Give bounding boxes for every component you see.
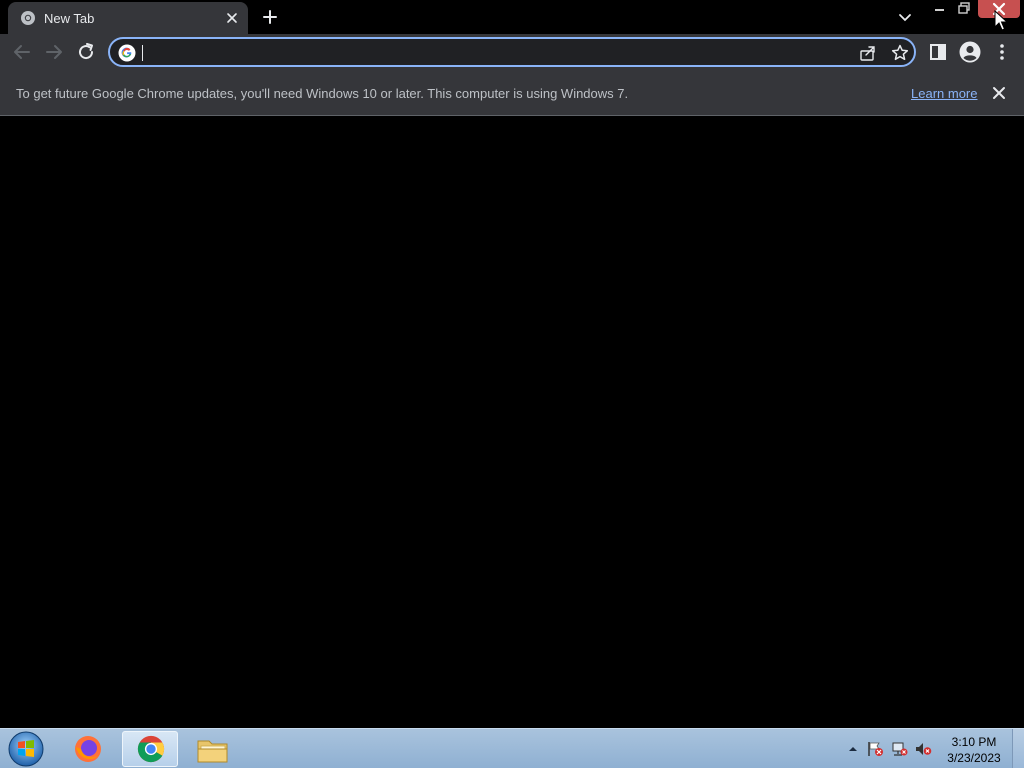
system-clock[interactable]: 3:10 PM 3/23/2023 [940, 734, 1008, 766]
close-infobar-icon[interactable] [990, 84, 1008, 102]
restore-button[interactable] [952, 0, 976, 18]
reload-icon[interactable] [74, 40, 98, 64]
tab-strip: New Tab [0, 0, 1024, 34]
side-panel-icon[interactable] [926, 40, 950, 64]
taskbar: 3:10 PM 3/23/2023 [0, 728, 1024, 768]
network-icon[interactable] [890, 741, 908, 757]
forward-icon[interactable] [42, 40, 66, 64]
taskbar-explorer[interactable] [186, 731, 242, 767]
menu-dots-icon[interactable] [990, 40, 1014, 64]
volume-muted-icon[interactable] [914, 741, 932, 757]
text-caret [142, 45, 143, 61]
clock-time: 3:10 PM [951, 735, 997, 749]
page-content [0, 117, 1024, 728]
profile-avatar-icon[interactable] [958, 40, 982, 64]
tab-new-tab[interactable]: New Tab [8, 2, 248, 34]
share-icon[interactable] [858, 43, 878, 63]
action-center-flag-icon[interactable] [866, 741, 884, 757]
chrome-tab-icon [21, 11, 35, 25]
mouse-cursor-icon [994, 10, 1008, 31]
new-tab-button[interactable] [258, 6, 282, 28]
update-infobar: To get future Google Chrome updates, you… [0, 70, 1024, 116]
show-desktop-button[interactable] [1012, 729, 1024, 768]
minimize-button[interactable] [928, 0, 950, 18]
firefox-icon [75, 736, 101, 762]
toolbar [0, 34, 1024, 70]
address-bar[interactable] [108, 37, 916, 67]
address-input[interactable] [142, 42, 842, 62]
back-icon[interactable] [10, 40, 34, 64]
folder-icon [197, 740, 228, 763]
show-hidden-icons-icon[interactable] [844, 741, 862, 757]
taskbar-chrome[interactable] [122, 731, 178, 767]
learn-more-link[interactable]: Learn more [911, 86, 977, 101]
taskbar-firefox[interactable] [60, 731, 116, 767]
google-icon [118, 44, 136, 62]
clock-date: 3/23/2023 [947, 751, 1001, 765]
chrome-icon [137, 735, 165, 763]
bookmark-star-icon[interactable] [890, 43, 910, 63]
close-tab-icon[interactable] [222, 8, 242, 28]
tab-title: New Tab [44, 11, 95, 26]
tab-search-icon[interactable] [894, 6, 916, 28]
start-button[interactable] [6, 730, 46, 768]
infobar-message: To get future Google Chrome updates, you… [16, 86, 629, 101]
